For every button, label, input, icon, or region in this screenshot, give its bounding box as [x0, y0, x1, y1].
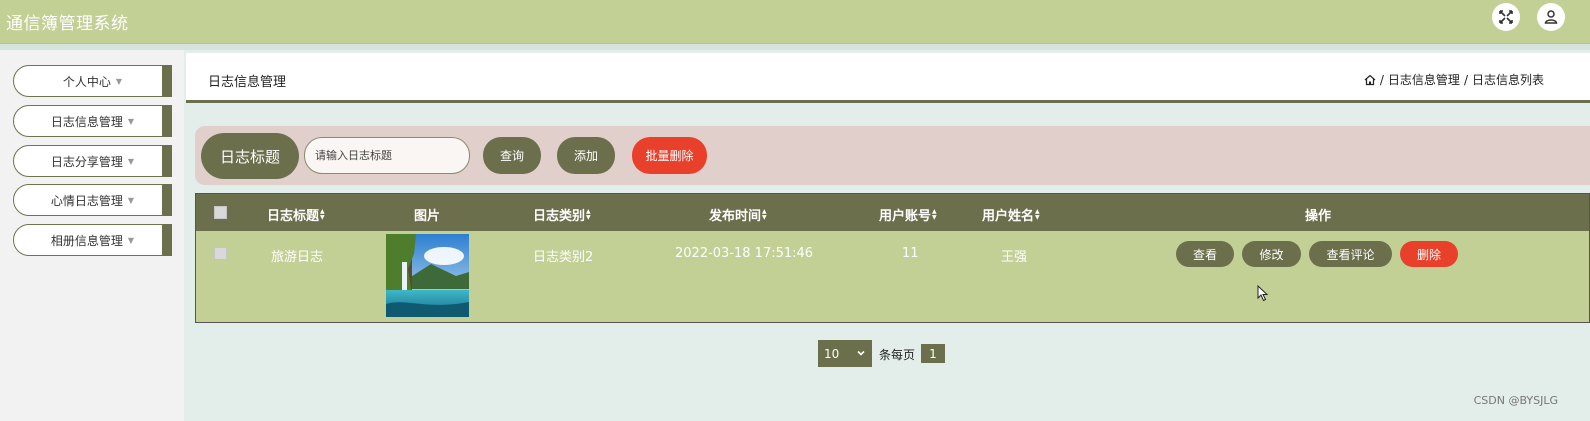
column-header-name[interactable]: 用户姓名 ▲ ▼ — [982, 205, 1040, 224]
breadcrumb-separator: / — [1379, 72, 1384, 87]
header-divider — [0, 44, 1590, 50]
sidebar-item-label: 日志分享管理 — [50, 154, 123, 169]
user-icon — [1544, 10, 1558, 24]
search-field-label: 日志标题 — [201, 133, 299, 179]
caret-down-icon: ▼ — [127, 116, 135, 126]
top-header: 通信簿管理系统 — [0, 0, 1590, 44]
view-button[interactable]: 查看 — [1176, 241, 1234, 267]
sidebar-item-label: 日志信息管理 — [50, 114, 123, 129]
app-title: 通信簿管理系统 — [6, 14, 129, 34]
sort-icon[interactable]: ▲ ▼ — [586, 208, 591, 221]
breadcrumb-item-log-list: 日志信息列表 — [1471, 73, 1544, 87]
cell-publish-time: 2022-03-18 17:51:46 — [675, 246, 814, 261]
chevron-down-icon — [857, 350, 865, 356]
query-button[interactable]: 查询 — [483, 137, 541, 174]
sidebar-item-personal-center[interactable]: 个人中心 ▼ — [13, 65, 172, 97]
content-header: 日志信息管理 / 日志信息管理 / 日志信息列表 — [186, 53, 1590, 103]
mouse-cursor-icon — [1257, 285, 1269, 302]
column-header-image: 图片 — [414, 209, 441, 224]
cell-user-name: 王强 — [1001, 250, 1028, 265]
caret-down-icon: ▼ — [127, 195, 135, 205]
page-number-button[interactable]: 1 — [921, 344, 945, 363]
user-button[interactable] — [1537, 3, 1565, 31]
column-header-actions: 操作 — [1305, 209, 1332, 224]
page-title: 日志信息管理 — [208, 75, 287, 90]
select-all-checkbox[interactable] — [214, 206, 227, 219]
cell-title: 旅游日志 — [271, 250, 324, 265]
row-checkbox[interactable] — [214, 247, 227, 260]
sidebar: 个人中心 ▼ 日志信息管理 ▼ 日志分享管理 ▼ 心情日志管理 ▼ 相册信息管理 ▼ — [0, 50, 184, 421]
add-button[interactable]: 添加 — [557, 137, 615, 174]
sidebar-item-label: 个人中心 — [62, 74, 111, 89]
table-header: 日志标题 ▲ ▼ 图片 日志类别 ▲ ▼ 发布时间 ▲ ▼ 用户账号 ▲ ▼ 用户姓名 … — [196, 194, 1589, 231]
page-size-select[interactable]: 10 — [818, 340, 872, 367]
fullscreen-button[interactable] — [1492, 3, 1520, 31]
home-icon[interactable] — [1364, 74, 1376, 86]
sidebar-item-mood-log[interactable]: 心情日志管理 ▼ — [13, 184, 172, 216]
column-header-account[interactable]: 用户账号 ▲ ▼ — [879, 205, 937, 224]
batch-delete-button[interactable]: 批量删除 — [632, 137, 707, 174]
data-table: 日志标题 ▲ ▼ 图片 日志类别 ▲ ▼ 发布时间 ▲ ▼ 用户账号 ▲ ▼ 用户姓名 … — [195, 193, 1590, 323]
cell-account: 11 — [902, 246, 919, 261]
per-page-label: 条每页 — [879, 348, 916, 362]
sort-icon[interactable]: ▲ ▼ — [932, 208, 937, 221]
breadcrumb-separator: / — [1463, 72, 1468, 87]
sidebar-item-log-info[interactable]: 日志信息管理 ▼ — [13, 105, 172, 137]
page-size-value: 10 — [824, 346, 840, 361]
watermark: CSDN @BYSJLG — [1473, 394, 1558, 407]
log-image-thumbnail[interactable] — [386, 234, 469, 317]
sort-icon[interactable]: ▲ ▼ — [320, 208, 325, 221]
waterfall-landscape-image — [386, 234, 469, 317]
sidebar-item-album-info[interactable]: 相册信息管理 ▼ — [13, 224, 172, 256]
view-comments-button[interactable]: 查看评论 — [1309, 241, 1392, 267]
caret-down-icon: ▼ — [127, 235, 135, 245]
caret-down-icon: ▼ — [127, 156, 135, 166]
delete-button[interactable]: 删除 — [1400, 241, 1458, 267]
sidebar-item-label: 心情日志管理 — [50, 193, 123, 208]
fullscreen-icon — [1499, 10, 1513, 24]
caret-down-icon: ▼ — [115, 76, 123, 86]
cell-category: 日志类别2 — [533, 250, 594, 265]
column-header-category[interactable]: 日志类别 ▲ ▼ — [533, 205, 591, 224]
sort-icon[interactable]: ▲ ▼ — [1035, 208, 1040, 221]
sort-icon[interactable]: ▲ ▼ — [762, 208, 767, 221]
breadcrumb: / 日志信息管理 / 日志信息列表 — [1364, 71, 1544, 88]
column-header-title[interactable]: 日志标题 ▲ ▼ — [267, 205, 325, 224]
sidebar-item-label: 相册信息管理 — [50, 233, 123, 248]
sidebar-item-log-share[interactable]: 日志分享管理 ▼ — [13, 145, 172, 177]
search-input[interactable] — [304, 137, 470, 174]
edit-button[interactable]: 修改 — [1242, 241, 1301, 267]
breadcrumb-item-log-info[interactable]: 日志信息管理 — [1388, 71, 1460, 88]
search-bar: 日志标题 查询 添加 批量删除 — [195, 126, 1590, 185]
column-header-time[interactable]: 发布时间 ▲ ▼ — [709, 205, 767, 224]
